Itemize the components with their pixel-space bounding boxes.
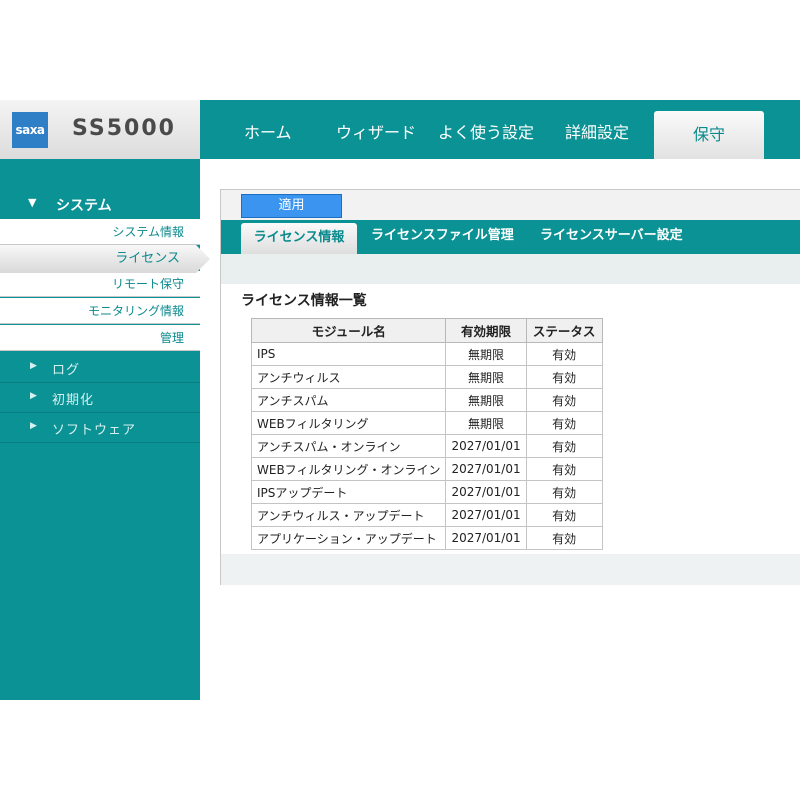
- table-header-row: モジュール名 有効期限 ステータス: [250, 318, 603, 343]
- expiry-cell: 2027/01/01: [445, 480, 527, 504]
- apply-button[interactable]: 適用: [241, 194, 342, 218]
- column-header-module: モジュール名: [250, 318, 447, 343]
- tab-bar: ライセンス情報 ライセンスファイル管理 ライセンスサーバー設定: [221, 220, 800, 254]
- status-cell: 有効: [525, 342, 603, 366]
- nav-maintenance[interactable]: 保守: [654, 111, 764, 159]
- expiry-cell: 無期限: [445, 365, 527, 389]
- sidebar-group-software[interactable]: ▶ ソフトウェア: [0, 413, 200, 443]
- footer-bar: [221, 554, 800, 585]
- caret-right-icon: ▶: [30, 391, 37, 401]
- table-row: アンチウィルス・アップデート 2027/01/01 有効: [250, 503, 603, 527]
- status-cell: 有効: [525, 434, 603, 458]
- table-row: アンチスパム 無期限 有効: [250, 388, 603, 412]
- content-panel: 適用 ライセンス情報 ライセンスファイル管理 ライセンスサーバー設定 ライセンス…: [220, 189, 800, 585]
- nav-wizard[interactable]: ウィザード: [336, 100, 416, 159]
- caret-right-icon: ▶: [30, 421, 37, 431]
- column-header-status: ステータス: [525, 318, 603, 343]
- sidebar-item-system-info[interactable]: システム情報: [0, 219, 200, 245]
- status-cell: 有効: [525, 503, 603, 527]
- module-cell: アンチウィルス: [250, 365, 447, 389]
- sidebar: ▼ システム システム情報 リモート保守 モニタリング情報 管理 ライセンス ▶…: [0, 159, 210, 700]
- license-table: モジュール名 有効期限 ステータス IPS 無期限 有効 アンチウィルス 無期限 有効 アン…: [250, 318, 603, 550]
- status-cell: 有効: [525, 411, 603, 435]
- app-window: saxa SS5000 ホーム ウィザード よく使う設定 詳細設定 保守 ▼ シ…: [0, 0, 800, 800]
- module-cell: WEBフィルタリング・オンライン: [250, 457, 447, 481]
- section-title: ライセンス情報一覧: [241, 293, 367, 309]
- table-row: アプリケーション・アップデート 2027/01/01 有効: [250, 526, 603, 550]
- sidebar-group-label: システム: [56, 198, 112, 214]
- sidebar-item-remote-maintenance[interactable]: リモート保守: [0, 271, 200, 297]
- expiry-cell: 2027/01/01: [445, 457, 527, 481]
- sidebar-group-label: ログ: [52, 363, 81, 378]
- table-row: WEBフィルタリング 無期限 有効: [250, 411, 603, 435]
- saxa-logo: saxa: [12, 112, 48, 148]
- sub-toolbar: [221, 254, 800, 284]
- column-header-expiry: 有効期限: [445, 318, 527, 343]
- module-cell: IPS: [250, 342, 447, 366]
- table-row: WEBフィルタリング・オンライン 2027/01/01 有効: [250, 457, 603, 481]
- product-name: SS5000: [72, 116, 176, 141]
- module-cell: IPSアップデート: [250, 480, 447, 504]
- nav-home[interactable]: ホーム: [244, 100, 292, 159]
- sidebar-group-label: ソフトウェア: [52, 423, 137, 438]
- module-cell: アプリケーション・アップデート: [250, 526, 447, 550]
- expiry-cell: 2027/01/01: [445, 503, 527, 527]
- status-cell: 有効: [525, 457, 603, 481]
- status-cell: 有効: [525, 480, 603, 504]
- module-cell: WEBフィルタリング: [250, 411, 447, 435]
- module-cell: アンチウィルス・アップデート: [250, 503, 447, 527]
- expiry-cell: 無期限: [445, 342, 527, 366]
- table-row: アンチスパム・オンライン 2027/01/01 有効: [250, 434, 603, 458]
- module-cell: アンチスパム: [250, 388, 447, 412]
- module-cell: アンチスパム・オンライン: [250, 434, 447, 458]
- expiry-cell: 2027/01/01: [445, 526, 527, 550]
- sidebar-item-management[interactable]: 管理: [0, 325, 200, 351]
- sidebar-item-license[interactable]: ライセンス: [0, 245, 210, 273]
- logo-area: saxa SS5000: [0, 100, 200, 159]
- expiry-cell: 無期限: [445, 388, 527, 412]
- tab-license-file[interactable]: ライセンスファイル管理: [371, 220, 514, 254]
- table-row: アンチウィルス 無期限 有効: [250, 365, 603, 389]
- expiry-cell: 無期限: [445, 411, 527, 435]
- table-row: IPS 無期限 有効: [250, 342, 603, 366]
- tab-license-info[interactable]: ライセンス情報: [241, 223, 357, 254]
- caret-down-icon: ▼: [28, 196, 37, 209]
- sidebar-group-log[interactable]: ▶ ログ: [0, 353, 200, 383]
- expiry-cell: 2027/01/01: [445, 434, 527, 458]
- caret-right-icon: ▶: [30, 361, 37, 371]
- status-cell: 有効: [525, 388, 603, 412]
- sidebar-item-monitoring[interactable]: モニタリング情報: [0, 298, 200, 324]
- top-navigation: ホーム ウィザード よく使う設定 詳細設定 保守: [200, 100, 800, 159]
- status-cell: 有効: [525, 526, 603, 550]
- nav-advanced-settings[interactable]: 詳細設定: [565, 100, 629, 159]
- table-body: IPS 無期限 有効 アンチウィルス 無期限 有効 アンチスパム 無期限 有効 WEBフィルタリン…: [250, 342, 603, 550]
- table-row: IPSアップデート 2027/01/01 有効: [250, 480, 603, 504]
- status-cell: 有効: [525, 365, 603, 389]
- sidebar-group-system[interactable]: ▼ システム: [0, 193, 200, 217]
- toolbar: 適用: [221, 190, 800, 220]
- tab-license-server[interactable]: ライセンスサーバー設定: [540, 220, 683, 254]
- sidebar-group-label: 初期化: [52, 393, 95, 408]
- nav-frequent-settings[interactable]: よく使う設定: [438, 100, 534, 159]
- sidebar-group-init[interactable]: ▶ 初期化: [0, 383, 200, 413]
